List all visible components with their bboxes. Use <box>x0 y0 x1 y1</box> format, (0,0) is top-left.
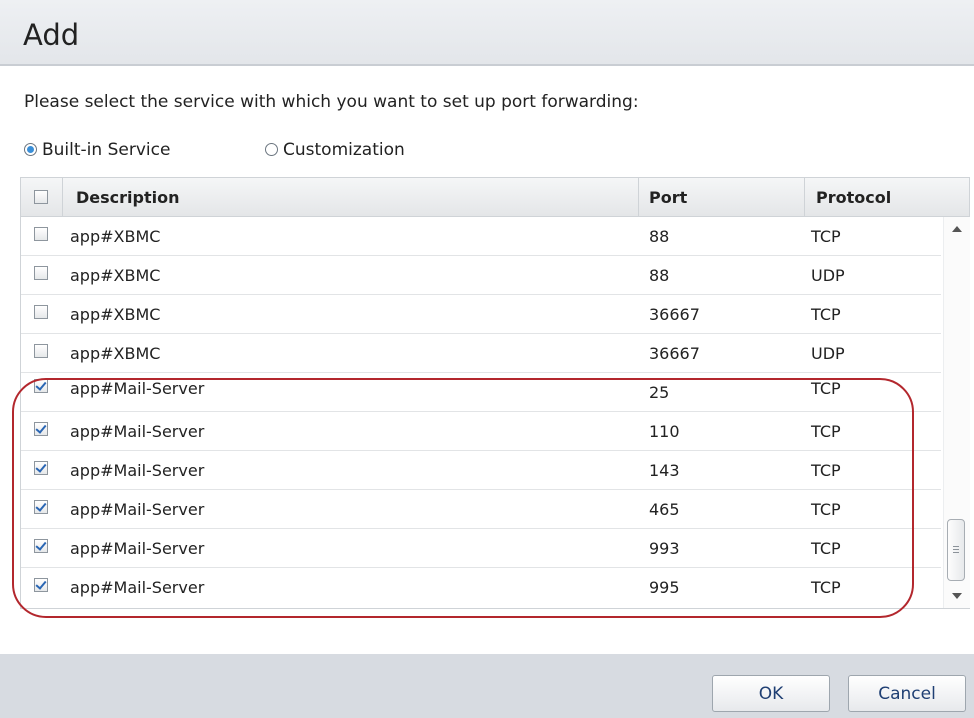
row-checkbox[interactable] <box>34 422 48 436</box>
row-checkbox[interactable] <box>34 578 48 592</box>
cell-description: app#Mail-Server <box>70 539 205 558</box>
select-all-checkbox[interactable] <box>34 190 48 204</box>
radio-label: Built-in Service <box>42 140 171 160</box>
table-scrollbar[interactable] <box>943 217 970 608</box>
cell-protocol: TCP <box>811 461 841 480</box>
column-header-port[interactable]: Port <box>649 188 687 207</box>
table-row[interactable]: app#Mail-Server 110 TCP <box>21 412 941 451</box>
row-checkbox[interactable] <box>34 539 48 553</box>
table-body: app#XBMC 88 TCP app#XBMC 88 UDP app#XBMC… <box>21 217 941 608</box>
cell-description: app#Mail-Server <box>70 422 205 441</box>
cell-protocol: TCP <box>811 539 841 558</box>
grip-line <box>953 552 959 553</box>
cell-port: 465 <box>649 500 680 519</box>
column-header-protocol[interactable]: Protocol <box>816 188 891 207</box>
table-row[interactable]: app#XBMC 36667 TCP <box>21 295 941 334</box>
radio-label: Customization <box>283 140 405 160</box>
cell-description: app#Mail-Server <box>70 379 205 398</box>
column-divider <box>62 178 63 216</box>
cell-protocol: TCP <box>811 422 841 441</box>
scrollbar-thumb[interactable] <box>947 519 965 581</box>
scroll-down-arrow-icon[interactable] <box>952 593 962 599</box>
cell-port: 36667 <box>649 344 700 363</box>
row-checkbox[interactable] <box>34 227 48 241</box>
table-row[interactable]: app#Mail-Server 25 TCP <box>21 373 941 412</box>
table-row[interactable]: app#Mail-Server 143 TCP <box>21 451 941 490</box>
cancel-button[interactable]: Cancel <box>848 675 966 712</box>
grip-line <box>953 546 959 547</box>
cell-protocol: TCP <box>811 578 841 597</box>
row-checkbox[interactable] <box>34 305 48 319</box>
table-row[interactable]: app#XBMC 88 UDP <box>21 256 941 295</box>
cell-description: app#XBMC <box>70 227 161 246</box>
row-checkbox[interactable] <box>34 500 48 514</box>
cell-description: app#XBMC <box>70 344 161 363</box>
radio-selected-icon <box>24 143 37 156</box>
table-row[interactable]: app#Mail-Server 995 TCP <box>21 568 941 607</box>
row-checkbox[interactable] <box>34 344 48 358</box>
cell-protocol: UDP <box>811 266 845 285</box>
cell-port: 110 <box>649 422 680 441</box>
radio-customization[interactable]: Customization <box>265 140 405 160</box>
column-divider <box>638 178 639 216</box>
radio-unselected-icon <box>265 143 278 156</box>
row-checkbox[interactable] <box>34 266 48 280</box>
scroll-up-arrow-icon[interactable] <box>952 226 962 232</box>
dialog-titlebar: Add <box>0 0 974 66</box>
cell-port: 36667 <box>649 305 700 324</box>
table-row[interactable]: app#Mail-Server 465 TCP <box>21 490 941 529</box>
cell-port: 25 <box>649 383 670 402</box>
cell-description: app#XBMC <box>70 266 161 285</box>
table-row[interactable]: app#XBMC 36667 UDP <box>21 334 941 373</box>
grip-line <box>953 549 959 550</box>
cell-port: 88 <box>649 266 670 285</box>
instruction-text: Please select the service with which you… <box>24 92 639 112</box>
cell-port: 143 <box>649 461 680 480</box>
column-header-description[interactable]: Description <box>76 188 179 207</box>
ok-button[interactable]: OK <box>712 675 830 712</box>
cell-port: 995 <box>649 578 680 597</box>
cell-description: app#Mail-Server <box>70 578 205 597</box>
column-divider <box>804 178 805 216</box>
table-header: Description Port Protocol <box>21 178 969 217</box>
cell-protocol: UDP <box>811 344 845 363</box>
cell-description: app#Mail-Server <box>70 461 205 480</box>
dialog-title: Add <box>23 18 80 52</box>
row-checkbox[interactable] <box>34 461 48 475</box>
cell-protocol: TCP <box>811 227 841 246</box>
table-row[interactable]: app#XBMC 88 TCP <box>21 217 941 256</box>
cell-description: app#Mail-Server <box>70 500 205 519</box>
cell-protocol: TCP <box>811 379 841 398</box>
services-table: Description Port Protocol app#XBMC 88 TC… <box>20 177 970 609</box>
cell-protocol: TCP <box>811 305 841 324</box>
table-row[interactable]: app#Mail-Server 993 TCP <box>21 529 941 568</box>
cell-protocol: TCP <box>811 500 841 519</box>
row-checkbox[interactable] <box>34 379 48 393</box>
cell-port: 88 <box>649 227 670 246</box>
radio-built-in-service[interactable]: Built-in Service <box>24 140 170 160</box>
cell-description: app#XBMC <box>70 305 161 324</box>
cell-port: 993 <box>649 539 680 558</box>
